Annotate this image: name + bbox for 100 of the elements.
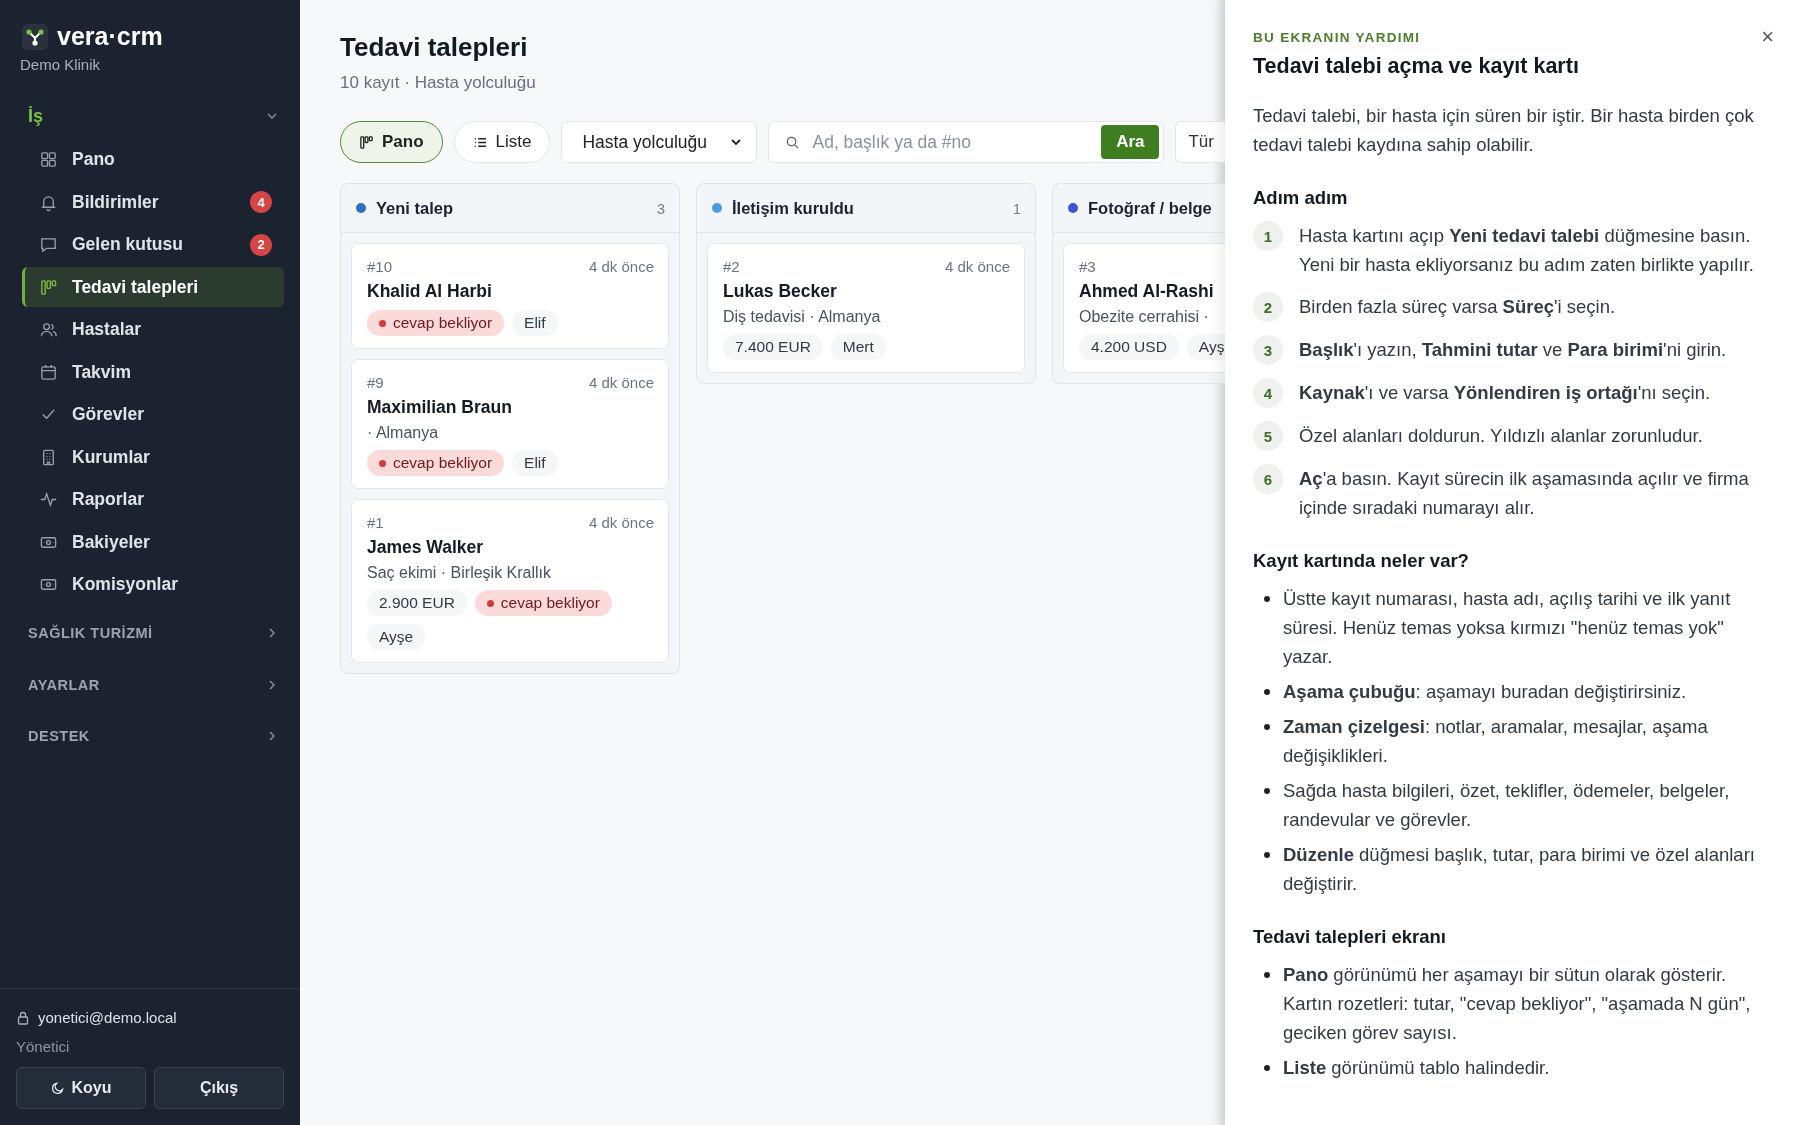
step-number: 5 [1253, 421, 1283, 451]
search-field[interactable]: Ad, başlık ya da #no Ara [768, 121, 1165, 163]
board-view-tab[interactable]: Pano [340, 121, 443, 163]
search-button[interactable]: Ara [1101, 125, 1160, 159]
nav-item[interactable]: Gelen kutusu 2 [22, 224, 284, 265]
record-number: #9 [367, 374, 384, 391]
nav-section-header[interactable]: SAĞLIK TURİZMİ [0, 610, 278, 656]
nav-section-header[interactable]: AYARLAR [0, 661, 278, 708]
record-number: #1 [367, 514, 384, 531]
bullet-text: Liste görünümü tablo halindedir. [1283, 1056, 1550, 1080]
logout-button[interactable]: Çıkış [154, 1067, 284, 1109]
patient-name: Lukas Becker [723, 281, 838, 302]
list-view-tab[interactable]: Liste [453, 121, 551, 163]
record-number: #10 [367, 258, 393, 275]
step-number: 2 [1253, 292, 1283, 322]
step-number: 6 [1253, 464, 1283, 494]
bullet-dot [1264, 1065, 1270, 1071]
info-tag: 7.400 EUR [723, 334, 823, 360]
deal-card[interactable]: #10 4 dk önce Khalid Al Harbi cevap bekliyor Elif [351, 243, 669, 349]
step-text: Aç'a basın. Kayıt sürecin ilk aşamasında açılır ve firma içinde sıradaki numarayı alır. [1299, 467, 1750, 520]
status-tag: cevap bekliyor [474, 590, 612, 616]
step-text: Özel alanları doldurun. Yıldızlı alanlar zorunludur. [1299, 424, 1703, 448]
bullet-text: Sağda hasta bilgileri, özet, teklifler, ödemeler, belgeler, randevular ve görevler. [1283, 779, 1731, 832]
search-icon [785, 134, 801, 150]
calendar-icon [39, 362, 58, 382]
help-heading: Tedavi talepleri ekranı [1253, 926, 1447, 948]
kanban-icon [39, 277, 58, 297]
bullet-dot [1264, 852, 1270, 858]
step-text: Hasta kartını açıp Yeni tedavi talebi düğmesine basın. Yeni bir hasta ekliyorsanız bu adım zaten birlikte yapılır. [1299, 224, 1755, 277]
nav-item[interactable]: Raporlar [22, 479, 284, 520]
column-title: Fotoğraf / belge [1088, 198, 1212, 218]
patient-name: James Walker [367, 537, 485, 558]
close-button[interactable]: × [1759, 26, 1776, 48]
step-number: 4 [1253, 378, 1283, 408]
page-subtitle: 10 kayıt · Hasta yolculuğu [340, 73, 537, 93]
nav-item[interactable]: Komisyonlar [22, 564, 284, 605]
column-title: İletişim kuruldu [732, 198, 855, 218]
theme-button[interactable]: Koyu [16, 1067, 146, 1109]
bullet-dot [1264, 596, 1270, 602]
nav-item[interactable]: Pano [22, 139, 284, 180]
nav-item[interactable]: Kurumlar [22, 437, 284, 477]
pulse-icon [39, 490, 58, 509]
nav-item[interactable]: Bildirimler 4 [22, 182, 284, 222]
record-number: #2 [723, 258, 740, 275]
user-email: yonetici@demo.local [38, 1009, 177, 1026]
help-paragraph: Tedavi talebi, bir hasta için süren bir iştir. Bir hasta birden çok tedavi talebi kaydına sahip olabilir. [1253, 104, 1755, 157]
info-tag: Ayş [1186, 334, 1225, 360]
help-heading: Kayıt kartında neler var? [1253, 550, 1470, 572]
patient-name: Maximilian Braun [367, 397, 513, 418]
nav-item[interactable]: Takvim [22, 352, 284, 392]
card-detail: Obezite cerrahisi · [1079, 308, 1210, 326]
bullet-dot [1264, 724, 1270, 730]
step-text: Birden fazla süreç varsa Süreç'i seçin. [1299, 295, 1616, 319]
count-badge: 2 [250, 233, 272, 256]
filter-button[interactable]: Tür [1175, 121, 1225, 163]
moon-icon [50, 1081, 65, 1095]
deal-card[interactable]: #2 4 dk önce Lukas Becker Diş tedavisi · Almanya 7.400 EUR Mert [707, 243, 1025, 373]
chevron-down-icon [730, 136, 743, 148]
help-heading: Adım adım [1253, 187, 1349, 209]
patient-name: Ahmed Al-Rashi [1079, 281, 1211, 302]
card-time: 4 dk önce [588, 258, 654, 275]
record-number: #3 [1079, 258, 1096, 275]
bullet-text: Düzenle düğmesi başlık, tutar, para birimi ve özel alanları değiştirir. [1283, 843, 1756, 896]
lock-icon [16, 1010, 30, 1025]
organization-name: Demo Klinik [19, 55, 102, 73]
deal-card[interactable]: #9 4 dk önce Maximilian Braun · Almanya cevap bekliyor Elif [351, 359, 669, 489]
nav-item[interactable]: Tedavi talepleri [22, 267, 284, 307]
logo-icon [22, 23, 48, 50]
deal-card[interactable]: #1 4 dk önce James Walker Saç ekimi · Birleşik Krallık 2.900 EUR cevap bekliyor Ayşe [351, 499, 669, 663]
card-time: 4 dk önce [588, 374, 654, 391]
card-detail: Saç ekimi · Birleşik Krallık [367, 564, 553, 582]
column-count: 3 [656, 199, 665, 217]
deal-card[interactable]: #3 Ahmed Al-Rashi Obezite cerrahisi · 4.200 USD Ayş [1063, 243, 1225, 373]
help-eyebrow: BU EKRANIN YARDIMI [1253, 29, 1421, 45]
page-title: Tedavi talepleri [340, 32, 529, 63]
column-title: Yeni talep [376, 198, 455, 218]
bullet-dot [1264, 972, 1270, 978]
pipeline-select[interactable]: Hasta yolculuğu [561, 121, 758, 163]
count-badge: 4 [250, 191, 272, 213]
nav-item[interactable]: Görevler [22, 394, 284, 435]
status-tag: cevap bekliyor [367, 450, 505, 476]
bullet-text: Zaman çizelgesi: notlar, aramalar, mesajlar, aşama değişiklikleri. [1283, 715, 1709, 768]
bullet-text: Üstte kayıt numarası, hasta adı, açılış tarihi ve ilk yanıt süresi. Henüz temas yoksa kırmızı "henüz temas yok" yazar. [1283, 587, 1732, 669]
nav-section-header[interactable]: İş [0, 95, 278, 137]
step-text: Başlık'ı yazın, Tahmini tutar ve Para birimi'ni girin. [1299, 338, 1727, 362]
info-tag: 2.900 EUR [367, 590, 467, 616]
kanban-icon [359, 134, 374, 150]
nav-item[interactable]: Hastalar [22, 309, 284, 350]
help-title: Tedavi talebi açma ve kayıt kartı [1253, 54, 1580, 79]
grid-icon [39, 150, 58, 169]
nav-item[interactable]: Bakiyeler [22, 522, 284, 562]
brand-name: vera·crm [57, 22, 163, 51]
step-number: 1 [1253, 221, 1283, 251]
column-count: 1 [1012, 199, 1021, 217]
bullet-dot [1264, 788, 1270, 794]
nav-section-header[interactable]: DESTEK [0, 713, 278, 759]
card-time: 4 dk önce [588, 514, 654, 531]
status-tag: cevap bekliyor [367, 310, 505, 336]
bullet-text: Aşama çubuğu: aşamayı buradan değiştirirsiniz. [1283, 680, 1687, 704]
people-icon [39, 320, 58, 339]
